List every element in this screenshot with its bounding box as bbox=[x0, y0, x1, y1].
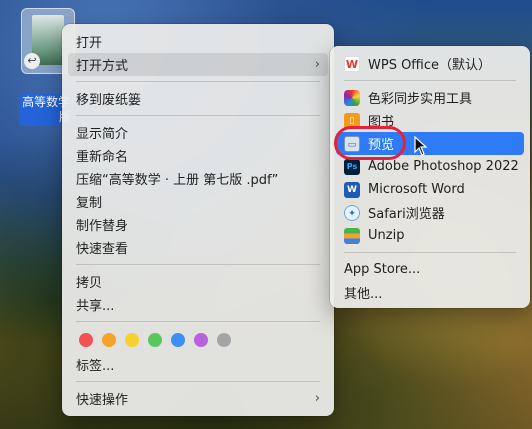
menu-duplicate[interactable]: 复制 bbox=[68, 190, 328, 213]
word-icon: W bbox=[344, 181, 360, 198]
menu-move-to-trash[interactable]: 移到废纸篓 bbox=[68, 87, 328, 110]
menu-open-with[interactable]: 打开方式 › bbox=[68, 53, 328, 76]
wps-icon: W bbox=[344, 55, 360, 72]
menu-tags[interactable]: 标签... bbox=[68, 353, 328, 376]
tag-purple[interactable] bbox=[194, 333, 208, 347]
menu-separator bbox=[344, 252, 516, 253]
context-menu: 打开 打开方式 › 移到废纸篓 显示简介 重新命名 压缩“高等数学 · 上册 第七… bbox=[62, 24, 334, 416]
menu-separator bbox=[76, 381, 320, 382]
menu-separator bbox=[76, 264, 320, 265]
tag-gray[interactable] bbox=[217, 333, 231, 347]
menu-separator bbox=[76, 321, 320, 322]
app-unzip[interactable]: Unzip bbox=[336, 224, 524, 247]
menu-app-store[interactable]: App Store... bbox=[336, 258, 524, 281]
menu-open[interactable]: 打开 bbox=[68, 30, 328, 53]
mouse-pointer-icon bbox=[414, 136, 428, 156]
tag-orange[interactable] bbox=[102, 333, 116, 347]
chevron-right-icon: › bbox=[314, 391, 320, 406]
app-word[interactable]: W Microsoft Word bbox=[336, 178, 524, 201]
app-safari[interactable]: ✦ Safari浏览器 bbox=[336, 201, 524, 224]
menu-separator bbox=[76, 81, 320, 82]
menu-rename[interactable]: 重新命名 bbox=[68, 144, 328, 167]
tag-blue[interactable] bbox=[171, 333, 185, 347]
safari-icon: ✦ bbox=[344, 204, 360, 221]
photoshop-icon: Ps bbox=[344, 158, 360, 175]
menu-compress[interactable]: 压缩“高等数学 · 上册 第七版 .pdf” bbox=[68, 167, 328, 190]
menu-other[interactable]: 其他... bbox=[336, 281, 524, 304]
menu-quick-actions[interactable]: 快速操作 › bbox=[68, 387, 328, 410]
tag-red[interactable] bbox=[79, 333, 93, 347]
menu-separator bbox=[344, 80, 516, 81]
menu-share[interactable]: 共享... bbox=[68, 293, 328, 316]
menu-make-alias[interactable]: 制作替身 bbox=[68, 213, 328, 236]
tag-colors-row bbox=[68, 327, 328, 353]
menu-quick-look[interactable]: 快速查看 bbox=[68, 236, 328, 259]
unzip-icon bbox=[344, 227, 360, 244]
annotation-circle bbox=[334, 126, 406, 160]
tag-yellow[interactable] bbox=[125, 333, 139, 347]
menu-copy[interactable]: 拷贝 bbox=[68, 270, 328, 293]
colorsync-icon bbox=[344, 89, 360, 106]
tag-green[interactable] bbox=[148, 333, 162, 347]
alias-arrow-icon: ↩ bbox=[24, 53, 40, 69]
app-colorsync[interactable]: 色彩同步实用工具 bbox=[336, 86, 524, 109]
open-with-submenu: W WPS Office（默认） 色彩同步实用工具 ▯ 图书 ▭ 预览 Ps Adobe… bbox=[330, 46, 530, 308]
menu-get-info[interactable]: 显示简介 bbox=[68, 121, 328, 144]
chevron-right-icon: › bbox=[314, 57, 320, 72]
menu-separator bbox=[76, 115, 320, 116]
app-wps-office[interactable]: W WPS Office（默认） bbox=[336, 52, 524, 75]
